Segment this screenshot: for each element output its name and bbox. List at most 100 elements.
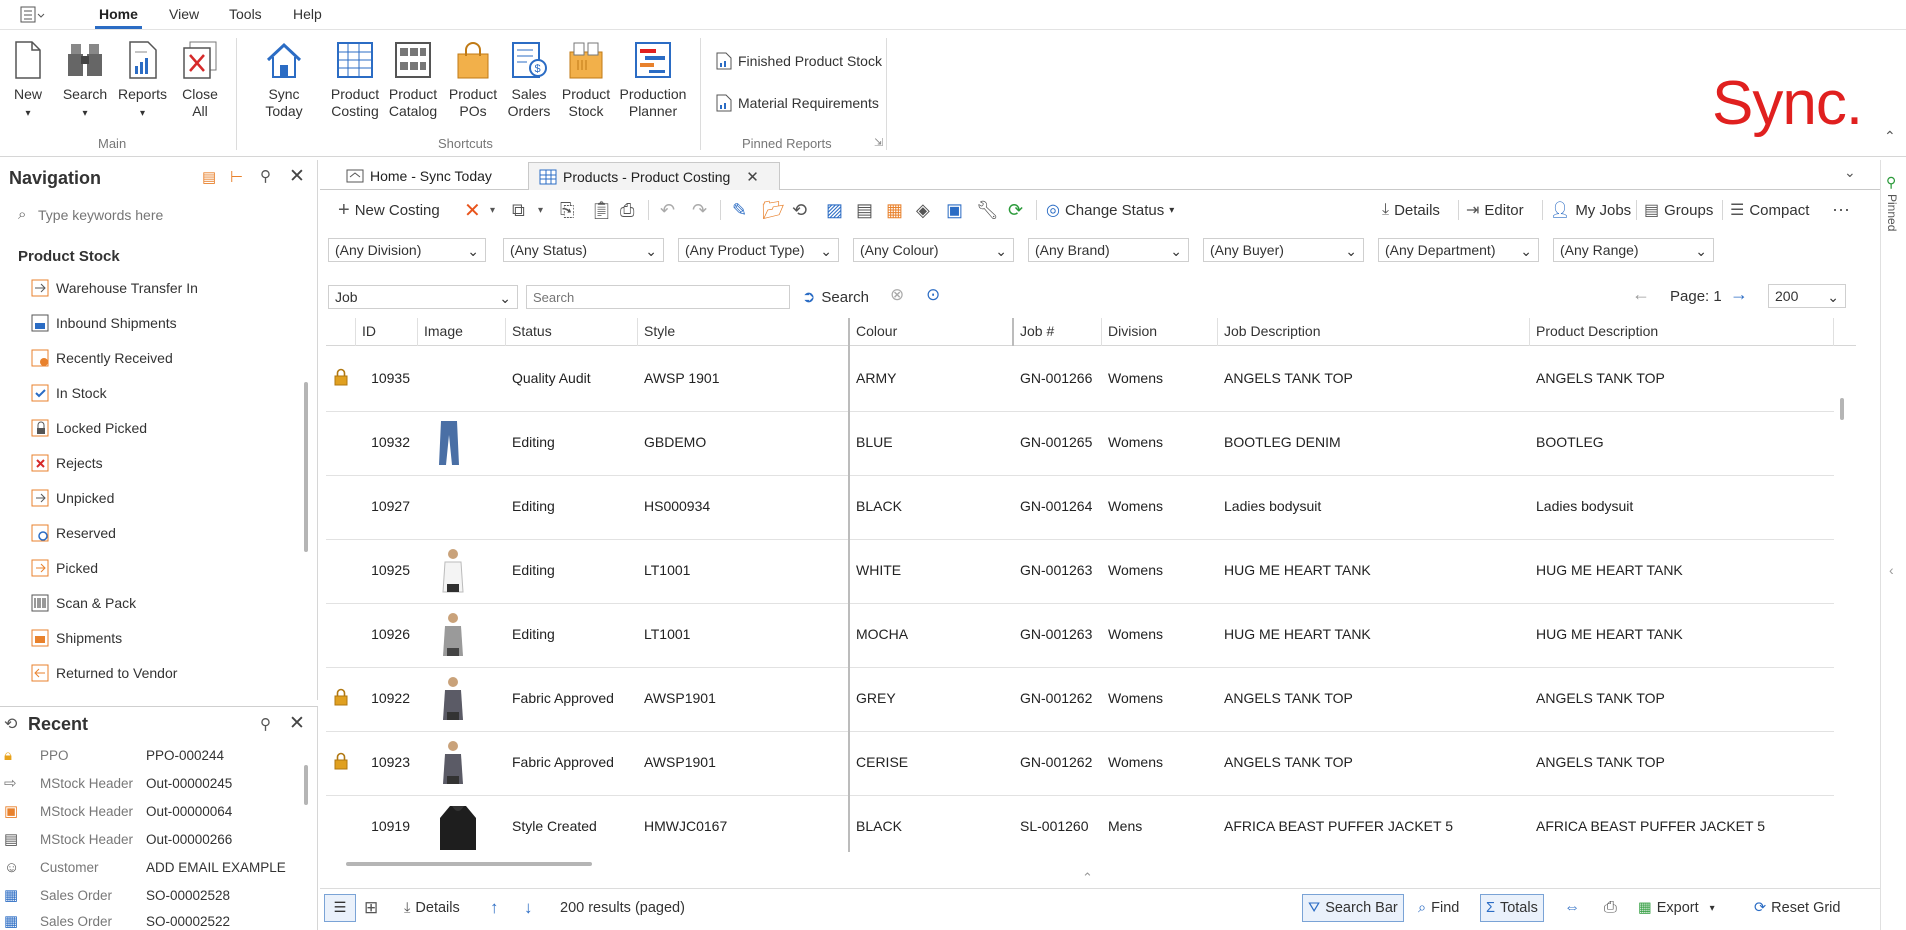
- nav-item-unpicked[interactable]: Unpicked: [30, 488, 114, 508]
- table-row[interactable]: 10925 Editing LT1001 WHITE GN-001263 Womens HU…: [326, 540, 1834, 604]
- finished-product-stock-report[interactable]: Finished Product Stock: [716, 52, 882, 70]
- change-status-button[interactable]: ◎ Change Status ▾: [1046, 198, 1174, 222]
- nav-layout-icon[interactable]: ▤: [202, 168, 216, 186]
- tab-home-sync-today[interactable]: Home - Sync Today: [336, 162, 502, 190]
- clear-search-icon[interactable]: ⊗: [890, 285, 904, 305]
- product-thumbnail[interactable]: [438, 548, 468, 597]
- column-header-lock[interactable]: [326, 318, 356, 346]
- production-planner-button[interactable]: Production Planner: [614, 40, 692, 120]
- search-bar-toggle[interactable]: ⛛ Search Bar: [1302, 894, 1404, 922]
- search-options-icon[interactable]: ⊙: [926, 285, 940, 305]
- groups-button[interactable]: ▤ Groups: [1644, 198, 1713, 222]
- department-filter[interactable]: (Any Department) ⌄: [1378, 238, 1539, 262]
- product-catalog-button[interactable]: Product Catalog: [386, 40, 440, 120]
- costing-icon[interactable]: ▣: [946, 198, 963, 222]
- product-thumbnail[interactable]: [438, 420, 460, 469]
- next-page-icon[interactable]: →: [1730, 284, 1748, 305]
- recent-row[interactable]: ☺ Customer ADD EMAIL EXAMPLE: [4, 857, 304, 877]
- print-icon[interactable]: ⎙: [620, 198, 634, 222]
- previous-page-icon[interactable]: ←: [1632, 284, 1650, 305]
- menu-view[interactable]: View: [169, 6, 199, 22]
- table-row[interactable]: 10932 Editing GBDEMO BLUE GN-001265 Womens BOO…: [326, 412, 1834, 476]
- material-requirements-report[interactable]: Material Requirements: [716, 94, 879, 112]
- column-header-image[interactable]: Image: [418, 318, 506, 346]
- delete-icon[interactable]: ✕: [464, 198, 481, 222]
- nav-item-warehouse-transfer-in[interactable]: Warehouse Transfer In: [30, 278, 198, 298]
- find-button[interactable]: ⌕ Find: [1418, 897, 1459, 919]
- reports-button[interactable]: Reports ▾: [115, 40, 170, 122]
- product-thumbnail[interactable]: [438, 804, 478, 852]
- menu-home[interactable]: Home: [95, 6, 142, 29]
- more-options-icon[interactable]: ⋯: [1832, 198, 1850, 222]
- expand-footer-icon[interactable]: ⌃: [1082, 870, 1093, 886]
- delete-dropdown-icon[interactable]: ▾: [490, 198, 495, 222]
- pin-icon[interactable]: ⚲: [260, 167, 271, 185]
- navigation-scrollbar[interactable]: [304, 382, 308, 552]
- nav-item-shipments[interactable]: Shipments: [30, 628, 122, 648]
- table-row[interactable]: 10923 Fabric Approved AWSP1901 CERISE GN-001…: [326, 732, 1834, 796]
- search-button[interactable]: ➲ Search: [802, 285, 869, 309]
- nav-item-reserved[interactable]: Reserved: [30, 523, 116, 543]
- nav-item-scan-pack[interactable]: Scan & Pack: [30, 593, 136, 613]
- navigation-search-input[interactable]: [38, 204, 298, 226]
- pin-icon[interactable]: ⚲: [260, 715, 271, 733]
- nav-item-inbound-shipments[interactable]: Inbound Shipments: [30, 313, 177, 333]
- compact-button[interactable]: ☰ Compact: [1730, 198, 1809, 222]
- tab-products-product-costing[interactable]: Products - Product Costing ✕: [528, 162, 780, 190]
- edit-pencil-icon[interactable]: ✎: [732, 198, 747, 222]
- menu-help[interactable]: Help: [293, 6, 322, 22]
- app-menu-icon[interactable]: [20, 6, 46, 27]
- column-header-product-description[interactable]: Product Description: [1530, 318, 1834, 346]
- copy-layout-icon[interactable]: ⧉: [512, 198, 525, 222]
- redo-icon[interactable]: ↷: [692, 198, 707, 222]
- product-pos-button[interactable]: Product POs: [446, 40, 500, 120]
- close-navigation-icon[interactable]: ✕: [289, 165, 305, 188]
- pinned-reports-options-icon[interactable]: ⇲: [874, 136, 883, 149]
- table-row[interactable]: 10919 Style Created HMWJC0167 BLACK SL-00126…: [326, 796, 1834, 852]
- report-icon[interactable]: ▦: [886, 198, 903, 222]
- product-thumbnail[interactable]: [438, 676, 468, 725]
- product-thumbnail[interactable]: [438, 740, 468, 789]
- copy-icon[interactable]: ⎘: [560, 198, 574, 222]
- pinned-label[interactable]: Pinned: [1885, 194, 1899, 231]
- details-button[interactable]: ⤓ Details: [1382, 198, 1440, 222]
- open-folder-icon[interactable]: 📂︎: [762, 198, 785, 222]
- nav-tree-icon[interactable]: ⊢: [230, 168, 243, 186]
- table-row[interactable]: 10935 Quality Audit AWSP 1901 ARMY GN-001266…: [326, 348, 1834, 412]
- copy-dropdown-icon[interactable]: ▾: [538, 198, 543, 222]
- product-type-filter[interactable]: (Any Product Type) ⌄: [678, 238, 839, 262]
- table-row[interactable]: 10927 Editing HS000934 BLACK GN-001264 Womens…: [326, 476, 1834, 540]
- search-input[interactable]: [526, 285, 790, 309]
- totals-toggle[interactable]: Σ Totals: [1480, 894, 1544, 922]
- recent-scrollbar[interactable]: [304, 765, 308, 805]
- recent-row[interactable]: ▤ MStock Header Out-00000266: [4, 829, 304, 849]
- card-view-icon[interactable]: ⊞: [364, 897, 378, 919]
- my-jobs-button[interactable]: 👤︎ My Jobs: [1550, 198, 1631, 222]
- list-view-icon[interactable]: ☰: [324, 894, 356, 922]
- search-button[interactable]: Search ▾: [61, 40, 109, 122]
- refresh-icon[interactable]: ⟳: [1008, 198, 1023, 222]
- menu-tools[interactable]: Tools: [229, 6, 262, 22]
- column-header-division[interactable]: Division: [1102, 318, 1218, 346]
- colour-filter[interactable]: (Any Colour) ⌄: [853, 238, 1014, 262]
- nav-item-recently-received[interactable]: Recently Received: [30, 348, 173, 368]
- search-field-select[interactable]: Job ⌄: [328, 285, 518, 309]
- print-preview-icon[interactable]: ⎙: [1604, 897, 1617, 919]
- sync-today-button[interactable]: Sync Today: [248, 40, 320, 120]
- range-filter[interactable]: (Any Range) ⌄: [1553, 238, 1714, 262]
- sales-orders-button[interactable]: $ Sales Orders: [504, 40, 554, 120]
- recent-row[interactable]: ⇨ MStock Header Out-00000245: [4, 773, 304, 793]
- product-thumbnail[interactable]: [438, 612, 468, 661]
- buyer-filter[interactable]: (Any Buyer) ⌄: [1203, 238, 1364, 262]
- wrench-icon[interactable]: 🔧︎: [976, 198, 999, 222]
- recent-row[interactable]: 🔒︎ PPO PPO-000244: [4, 745, 304, 765]
- move-down-icon[interactable]: ↓: [524, 897, 533, 919]
- paste-icon[interactable]: 📋︎: [590, 198, 613, 222]
- nav-item-in-stock[interactable]: In Stock: [30, 383, 107, 403]
- editor-button[interactable]: ⇥ Editor: [1466, 198, 1524, 222]
- undo-icon[interactable]: ↶: [660, 198, 675, 222]
- document-icon[interactable]: ▤: [856, 198, 873, 222]
- new-button[interactable]: New ▾: [10, 40, 46, 122]
- tab-list-dropdown-icon[interactable]: ⌄: [1844, 164, 1856, 181]
- column-header-style[interactable]: Style: [638, 318, 850, 346]
